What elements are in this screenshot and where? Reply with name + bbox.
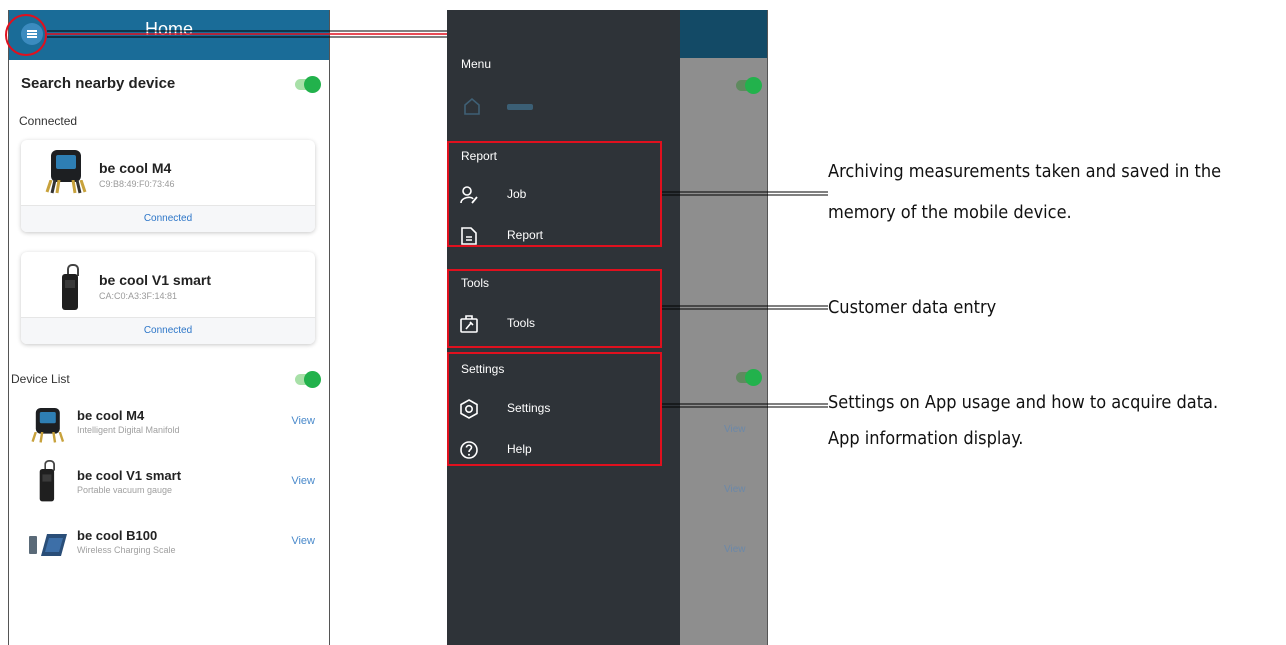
dimmed-view-link: View (724, 424, 746, 435)
home-content: Search nearby device Connected be cool M… (9, 60, 329, 645)
vacuum-gauge-image (37, 460, 57, 503)
report-section-highlight (447, 141, 662, 247)
dimmed-view-link: View (724, 544, 746, 555)
device-name: be cool M4 (77, 408, 145, 423)
vacuum-gauge-image (59, 264, 81, 312)
search-nearby-toggle[interactable] (295, 76, 321, 93)
page-title: Home (144, 19, 193, 39)
device-name: be cool V1 smart (77, 468, 182, 483)
tools-annotation: Customer data entry (828, 297, 997, 318)
menu-highlight-circle (5, 14, 47, 56)
manifold-device-image (31, 408, 65, 445)
dimmed-toggle (736, 77, 762, 94)
settings-annotation-line1: Settings on App usage and how to acquire… (828, 392, 1219, 413)
scale-device-image (29, 534, 67, 556)
connected-device-card[interactable]: be cool V1 smart CA:C0:A3:3F:14:81 Conne… (21, 252, 315, 344)
device-list-toggle[interactable] (295, 371, 321, 388)
device-name: be cool B100 (77, 528, 158, 543)
view-link[interactable]: View (291, 415, 315, 427)
device-name: be cool M4 (99, 160, 172, 176)
search-nearby-label: Search nearby device (21, 75, 176, 92)
manifold-device-image (45, 150, 87, 196)
view-link[interactable]: View (291, 475, 315, 487)
card-footer: Connected (21, 205, 315, 232)
device-mac-address: CA:C0:A3:3F:14:81 (99, 291, 178, 301)
device-list-section-label: Device List (11, 372, 70, 386)
connection-status[interactable]: Connected (21, 318, 315, 344)
report-annotation-line2: memory of the mobile device. (828, 202, 1072, 223)
device-description: Intelligent Digital Manifold (77, 425, 180, 435)
dimmed-view-link: View (724, 484, 746, 495)
view-link[interactable]: View (291, 535, 315, 547)
connected-device-card[interactable]: be cool M4 C9:B8:49:F0:73:46 Connected (21, 140, 315, 232)
device-name: be cool V1 smart (99, 272, 212, 288)
list-item[interactable]: be cool M4 Intelligent Digital Manifold … (9, 400, 329, 456)
settings-annotation-line2: App information display. (828, 428, 1024, 449)
device-description: Portable vacuum gauge (77, 485, 173, 495)
home-icon[interactable] (461, 96, 561, 118)
dimmed-toggle (736, 369, 762, 386)
list-item[interactable]: be cool V1 smart Portable vacuum gauge V… (9, 460, 329, 516)
home-screen: Home Search nearby device Connected be c… (8, 10, 330, 645)
list-item[interactable]: be cool B100 Wireless Charging Scale Vie… (9, 520, 329, 576)
tools-section-highlight (447, 269, 662, 348)
report-annotation-line1: Archiving measurements taken and saved i… (828, 161, 1222, 182)
card-footer: Connected (21, 317, 315, 344)
connected-section-label: Connected (19, 114, 78, 128)
connection-status[interactable]: Connected (21, 206, 315, 232)
app-header: Home (9, 10, 329, 60)
settings-section-highlight (447, 352, 662, 466)
device-mac-address: C9:B8:49:F0:73:46 (99, 179, 175, 189)
device-description: Wireless Charging Scale (77, 545, 176, 555)
dimmed-app-header (680, 10, 767, 58)
menu-header: Menu (461, 57, 492, 71)
